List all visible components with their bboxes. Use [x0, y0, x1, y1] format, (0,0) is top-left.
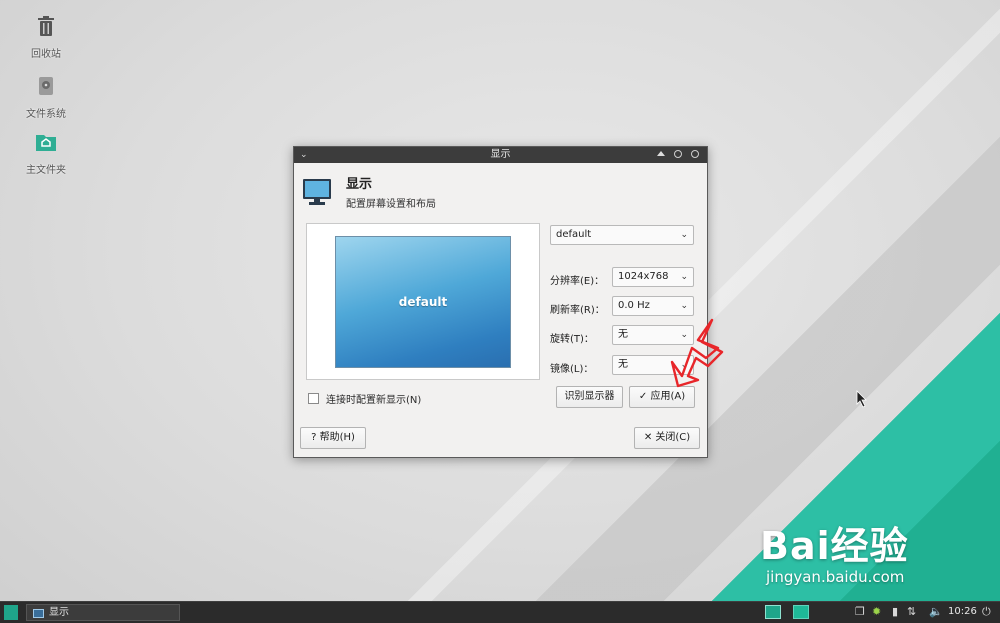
- workspace-2[interactable]: [793, 605, 809, 619]
- display-settings-window: ⌄ 显示 显示 配置屏幕设置和布局 default default ⌄ 分辨率(…: [293, 146, 708, 458]
- taskbar-item-label: 显示: [49, 607, 69, 618]
- rotation-label: 旋转(T)：: [550, 334, 594, 345]
- mirror-value: 无: [618, 359, 628, 370]
- mirror-label: 镜像(L)：: [550, 364, 594, 375]
- window-icon: [33, 609, 44, 618]
- window-menu-chevron-icon[interactable]: ⌄: [300, 147, 308, 163]
- chevron-down-icon: ⌄: [680, 230, 688, 240]
- close-icon: ✕: [643, 432, 656, 443]
- header-title: 显示: [346, 177, 373, 192]
- update-icon[interactable]: ✹: [872, 605, 881, 618]
- battery-icon[interactable]: ▮: [892, 605, 898, 618]
- identify-displays-button[interactable]: 识别显示器: [556, 386, 623, 408]
- chevron-down-icon: ⌄: [680, 272, 688, 282]
- display-preview-label: default: [398, 295, 448, 309]
- taskbar-item-display[interactable]: 显示: [26, 604, 180, 621]
- display-preview-screen[interactable]: default: [335, 236, 511, 368]
- watermark-logo: Bai经验: [760, 524, 909, 568]
- monitor-icon: [303, 178, 331, 205]
- configure-new-displays-option[interactable]: 连接时配置新显示(N): [308, 391, 421, 406]
- close-label: 关闭(C): [655, 432, 691, 443]
- refresh-rate-value: 0.0 Hz: [618, 300, 650, 311]
- network-icon[interactable]: ⇅: [907, 605, 916, 618]
- drive-icon: [39, 77, 53, 95]
- resolution-select[interactable]: 1024x768 ⌄: [612, 267, 694, 287]
- display-select-value: default: [556, 229, 592, 240]
- home-folder-icon: [36, 135, 56, 151]
- dialog-header: 显示 配置屏幕设置和布局: [302, 173, 436, 210]
- logout-icon[interactable]: ⏻: [982, 605, 991, 619]
- clipboard-icon[interactable]: ❐: [855, 605, 865, 618]
- help-label: 帮助(H): [319, 432, 355, 443]
- refresh-rate-label: 刷新率(R)：: [550, 305, 605, 316]
- identify-displays-label: 识别显示器: [564, 391, 615, 402]
- mouse-cursor-icon: [856, 390, 867, 408]
- volume-icon[interactable]: 🔈: [929, 605, 943, 618]
- chevron-down-icon: ⌄: [680, 301, 688, 311]
- rotation-value: 无: [618, 329, 628, 340]
- clock: 10:26: [948, 606, 977, 617]
- configure-new-displays-checkbox[interactable]: [308, 393, 319, 404]
- baidu-watermark: Bai经验 jingyan.baidu.com: [760, 515, 909, 586]
- watermark-url: jingyan.baidu.com: [766, 568, 905, 586]
- apply-button[interactable]: ✓ 应用(A): [629, 386, 695, 408]
- close-button-icon[interactable]: [691, 150, 699, 158]
- shade-button-icon[interactable]: [657, 150, 665, 156]
- resolution-label: 分辨率(E)：: [550, 276, 605, 287]
- help-button[interactable]: ? 帮助(H): [300, 427, 366, 449]
- window-titlebar[interactable]: ⌄ 显示: [294, 147, 707, 163]
- display-preview-area: default: [306, 223, 540, 380]
- apply-label: 应用(A): [650, 391, 686, 402]
- desktop-icon-trash[interactable]: 回收站: [18, 14, 74, 60]
- close-button[interactable]: ✕ 关闭(C): [634, 427, 700, 449]
- annotation-arrow-icon: [670, 318, 724, 388]
- desktop-icon-label: 文件系统: [26, 109, 66, 120]
- display-select[interactable]: default ⌄: [550, 225, 694, 245]
- window-title: 显示: [490, 149, 511, 160]
- refresh-rate-select[interactable]: 0.0 Hz ⌄: [612, 296, 694, 316]
- taskbar: 显示 ❐ ✹ ▮ ⇅ 🔈 10:26 ⏻: [0, 601, 1000, 623]
- desktop-icon-filesystem[interactable]: 文件系统: [18, 74, 74, 120]
- trash-icon: [38, 16, 54, 36]
- header-subtitle: 配置屏幕设置和布局: [346, 199, 436, 210]
- checkmark-icon: ✓: [638, 391, 651, 402]
- resolution-value: 1024x768: [618, 271, 669, 282]
- minimize-button-icon[interactable]: [674, 150, 682, 158]
- workspace-1[interactable]: [765, 605, 781, 619]
- desktop-icon-label: 主文件夹: [26, 165, 66, 176]
- desktop-icon-label: 回收站: [31, 49, 61, 60]
- desktop-icon-home[interactable]: 主文件夹: [18, 130, 74, 176]
- help-icon: ?: [311, 432, 320, 443]
- start-menu-icon[interactable]: [4, 605, 18, 620]
- configure-new-displays-label: 连接时配置新显示(N): [326, 395, 422, 406]
